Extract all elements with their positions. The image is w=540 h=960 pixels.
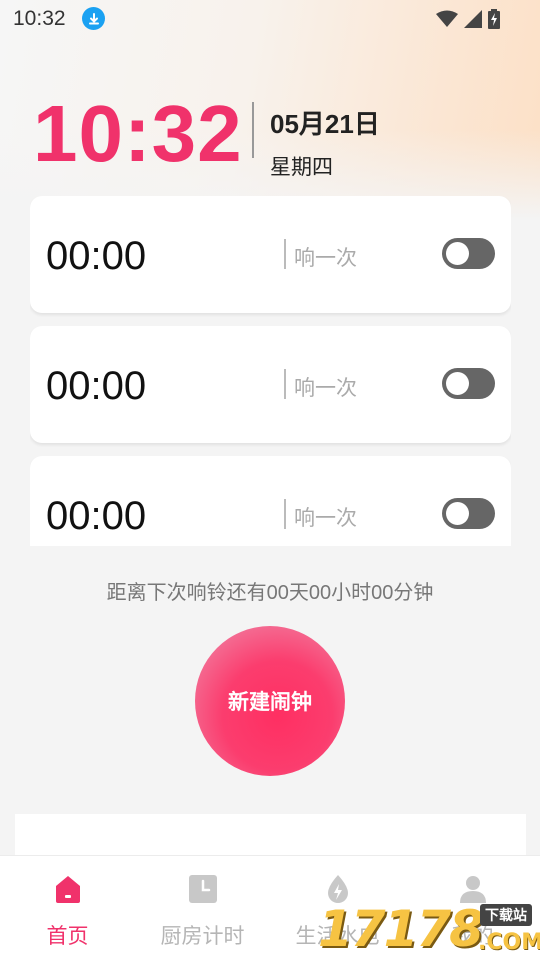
next-ring-countdown: 距离下次响铃还有00天00小时00分钟 [106,582,434,604]
status-bar: 10:32 [0,0,540,38]
nav-label-kitchen-timer: 厨房计时 [160,925,245,948]
home-icon [55,876,80,903]
alarm-toggle[interactable] [442,238,495,269]
alarm-card[interactable]: 00:00 响一次 [30,326,511,443]
download-icon [82,7,105,30]
alarm-list[interactable]: 00:00 响一次 00:00 响一次 00:00 响一次 [30,196,511,546]
watermark-digits: 17178 [318,900,484,958]
alarm-time: 00:00 [46,494,147,538]
header-divider [252,102,254,158]
battery-charging-icon [488,9,500,29]
alarm-repeat: 响一次 [294,377,357,400]
alarm-card[interactable]: 00:00 响一次 [30,456,511,546]
alarm-separator [284,369,286,399]
current-time: 10:32 [33,89,243,178]
toggle-knob [446,242,469,265]
nav-item-home[interactable]: 首页 [0,856,135,960]
new-alarm-button[interactable]: 新建闹钟 [195,626,345,776]
status-icons [436,9,500,29]
alarm-time: 00:00 [46,234,147,278]
status-time: 10:32 [13,7,66,30]
watermark-logo: 17178 .COM 下载站 [318,900,540,960]
wifi-icon [436,10,458,27]
current-date: 05月21日 [270,109,380,139]
nav-label-home: 首页 [46,925,89,948]
alarm-card[interactable]: 00:00 响一次 [30,196,511,313]
watermark-tag: 下载站 [480,904,532,926]
alarm-toggle[interactable] [442,498,495,529]
cellular-signal-icon [464,10,482,28]
alarm-separator [284,499,286,529]
watermark-suffix: .COM [478,930,540,955]
current-weekday: 星期四 [270,156,333,179]
alarm-separator [284,239,286,269]
alarm-time: 00:00 [46,364,147,408]
alarm-toggle[interactable] [442,368,495,399]
alarm-repeat: 响一次 [294,247,357,270]
toggle-knob [446,502,469,525]
nav-item-kitchen-timer[interactable]: 厨房计时 [135,856,270,960]
clock-icon [188,875,217,903]
content-footer-panel [15,814,526,860]
alarm-repeat: 响一次 [294,507,357,530]
toggle-knob [446,372,469,395]
